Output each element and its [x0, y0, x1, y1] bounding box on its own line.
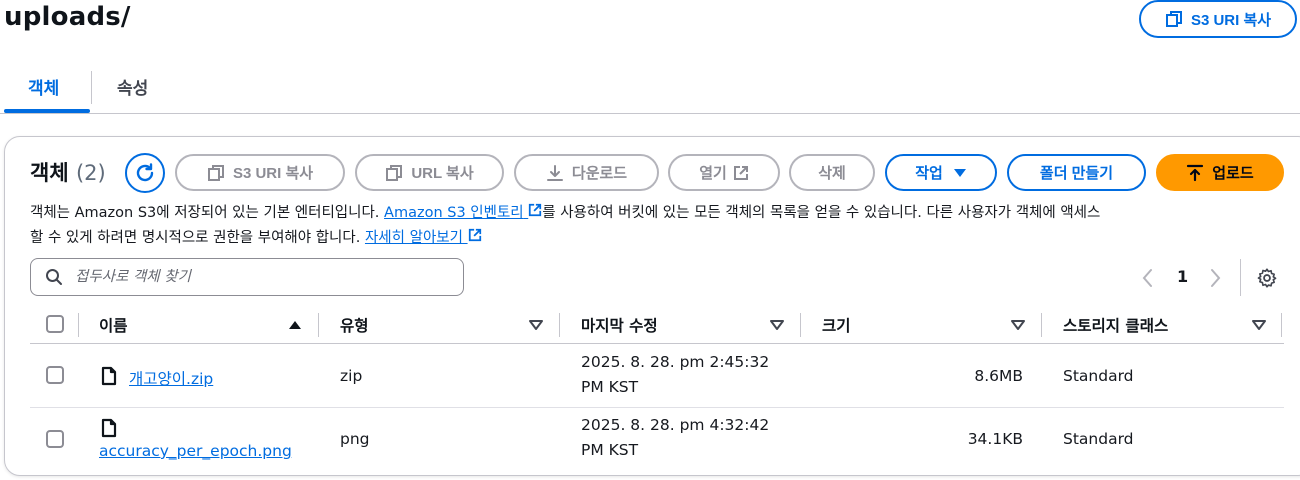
- object-last-modified-date: 2025. 8. 28. pm 4:32:42: [581, 416, 770, 434]
- object-last-modified-timezone: PM KST: [581, 441, 639, 459]
- copy-url-button[interactable]: URL 복사: [355, 154, 504, 191]
- column-divider: [800, 313, 801, 337]
- upload-label: 업로드: [1212, 165, 1254, 182]
- pagination-next-icon[interactable]: [1210, 268, 1222, 288]
- object-last-modified-date: 2025. 8. 28. pm 2:45:32: [581, 353, 770, 371]
- object-storage-class: Standard: [1063, 430, 1134, 448]
- refresh-icon: [136, 163, 154, 182]
- object-type: zip: [340, 367, 363, 385]
- copy-s3-uri-header-label: S3 URI 복사: [1190, 11, 1272, 29]
- copy-s3-uri-header-button[interactable]: S3 URI 복사: [1139, 0, 1297, 38]
- object-type: png: [340, 430, 370, 448]
- objects-count: (2): [75, 161, 106, 185]
- objects-description-line2: 할 수 있게 하려면 명시적으로 권한을 부여해야 합니다. 자세히 알아보기: [30, 226, 482, 247]
- inventory-link-label: Amazon S3 인벤토리: [384, 205, 524, 221]
- delete-label: 삭제: [818, 165, 846, 182]
- column-header-name[interactable]: 이름: [99, 314, 128, 336]
- page-title: uploads/: [4, 2, 131, 32]
- row-divider: [30, 407, 1284, 408]
- copy-icon: [386, 164, 403, 181]
- copy-url-label: URL 복사: [411, 165, 474, 182]
- create-folder-label: 폴더 만들기: [1039, 165, 1114, 182]
- objects-heading: 객체 (2): [30, 157, 106, 187]
- upload-button[interactable]: 업로드: [1156, 154, 1284, 191]
- column-divider: [318, 313, 319, 337]
- column-header-size[interactable]: 크기: [822, 314, 851, 336]
- column-header-type[interactable]: 유형: [340, 314, 369, 336]
- search-field[interactable]: [30, 258, 464, 296]
- actions-dropdown-button[interactable]: 작업: [885, 154, 997, 191]
- sort-icon[interactable]: [1011, 320, 1025, 330]
- select-all-checkbox[interactable]: [46, 315, 64, 333]
- learn-more-link[interactable]: 자세히 알아보기: [364, 228, 482, 246]
- actions-label: 작업: [915, 165, 943, 182]
- file-icon: [101, 366, 117, 386]
- create-folder-button[interactable]: 폴더 만들기: [1007, 154, 1146, 191]
- tabs-divider: [0, 113, 1300, 114]
- caret-down-icon: [953, 168, 966, 177]
- description-text-2: 를 사용하여 버킷에 있는 모든 객체의 목록을 얻을 수 있습니다. 다른 사…: [542, 205, 1101, 221]
- sort-icon[interactable]: [1252, 320, 1266, 330]
- copy-icon: [207, 164, 224, 181]
- sort-icon[interactable]: [770, 320, 784, 330]
- description-text-3: 할 수 있게 하려면 명시적으로 권한을 부여해야 합니다.: [30, 230, 361, 246]
- column-header-last-modified[interactable]: 마지막 수정: [581, 314, 658, 336]
- open-label: 열기: [699, 165, 727, 182]
- objects-heading-label: 객체: [30, 161, 69, 185]
- copy-icon: [1165, 11, 1182, 27]
- description-text-1: 객체는 Amazon S3에 저장되어 있는 기본 엔터티입니다.: [30, 205, 380, 221]
- table-header-divider: [30, 343, 1284, 344]
- column-header-storage-class[interactable]: 스토리지 클래스: [1063, 314, 1168, 336]
- column-divider: [78, 313, 79, 337]
- objects-description-line1: 객체는 Amazon S3에 저장되어 있는 기본 엔터티입니다. Amazon…: [30, 201, 1100, 222]
- file-icon: [101, 418, 117, 438]
- row-checkbox[interactable]: [46, 366, 64, 384]
- learn-more-label: 자세히 알아보기: [364, 230, 463, 246]
- download-icon: [546, 164, 563, 181]
- download-label: 다운로드: [571, 165, 628, 182]
- pagination-prev-icon[interactable]: [1141, 268, 1153, 288]
- tab-objects[interactable]: 객체: [28, 74, 59, 99]
- column-divider: [559, 313, 560, 337]
- column-divider: [1041, 313, 1042, 337]
- upload-icon: [1187, 164, 1204, 181]
- object-size: 8.6MB: [974, 367, 1023, 385]
- external-link-icon: [468, 228, 481, 242]
- tab-properties[interactable]: 속성: [117, 74, 148, 99]
- delete-button[interactable]: 삭제: [789, 154, 875, 191]
- search-icon: [46, 269, 62, 285]
- download-button[interactable]: 다운로드: [514, 154, 659, 191]
- object-size: 34.1KB: [967, 430, 1023, 448]
- object-name-link[interactable]: 개고양이.zip: [129, 367, 213, 389]
- tab-divider: [91, 71, 92, 104]
- sort-icon[interactable]: [529, 320, 543, 330]
- inventory-link[interactable]: Amazon S3 인벤토리: [384, 203, 542, 221]
- object-name-link[interactable]: accuracy_per_epoch.png: [99, 442, 292, 460]
- object-last-modified-timezone: PM KST: [581, 378, 639, 396]
- sort-ascending-icon[interactable]: [288, 320, 302, 330]
- pagination-divider: [1240, 259, 1241, 296]
- search-input[interactable]: [73, 268, 457, 286]
- object-storage-class: Standard: [1063, 367, 1134, 385]
- copy-s3-uri-label: S3 URI 복사: [232, 165, 314, 182]
- pagination-current-page[interactable]: 1: [1177, 267, 1188, 286]
- copy-s3-uri-button[interactable]: S3 URI 복사: [175, 154, 345, 191]
- open-button[interactable]: 열기: [668, 154, 780, 191]
- refresh-button[interactable]: [125, 153, 165, 193]
- external-link-icon: [529, 203, 542, 217]
- settings-gear-icon[interactable]: [1256, 267, 1278, 289]
- row-checkbox[interactable]: [46, 430, 64, 448]
- column-divider: [1281, 313, 1282, 337]
- external-link-icon: [733, 165, 748, 180]
